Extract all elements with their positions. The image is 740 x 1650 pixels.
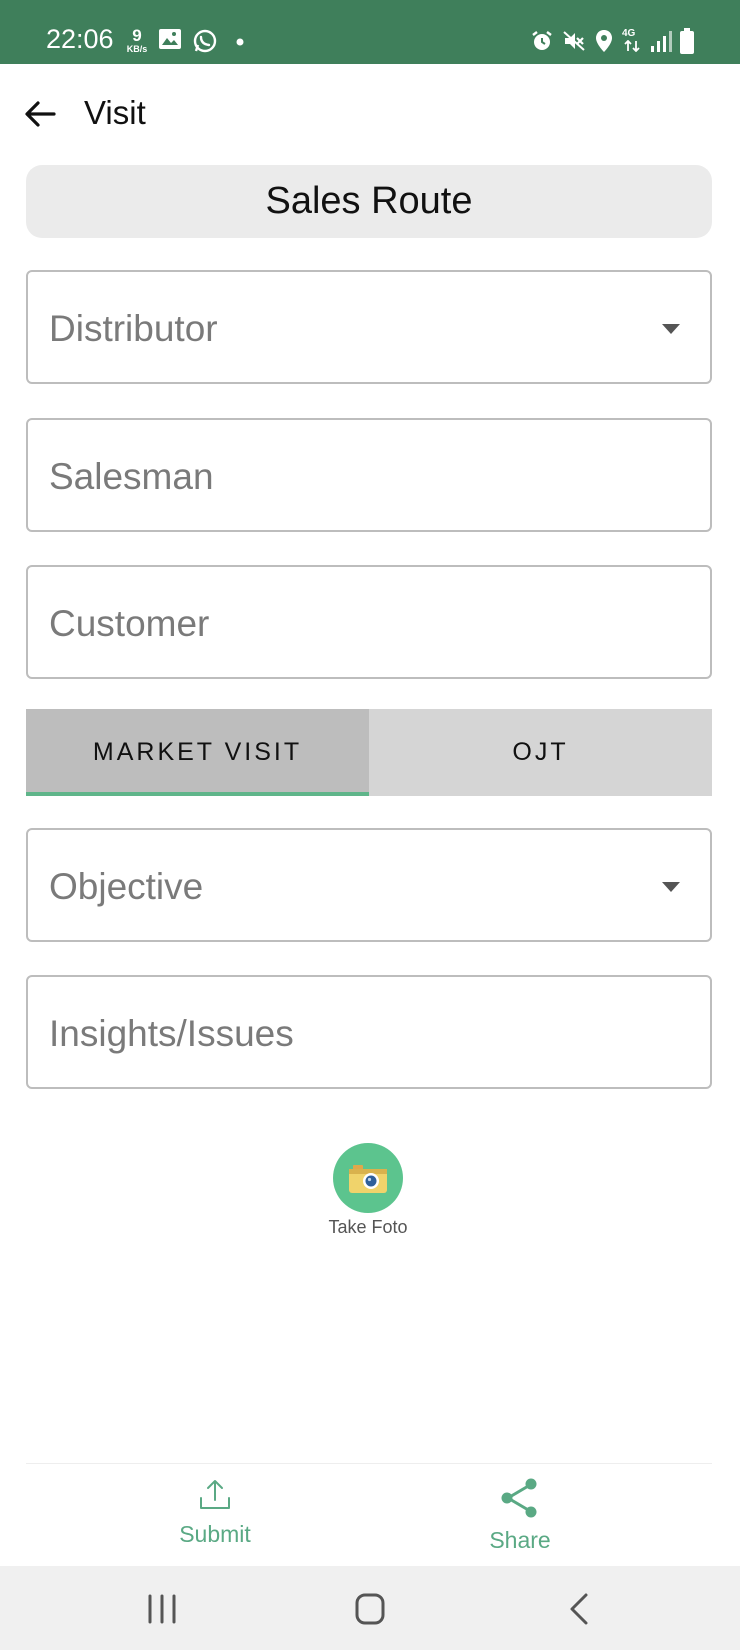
customer-placeholder: Customer — [49, 603, 210, 644]
tab-ojt[interactable]: OJT — [369, 709, 712, 796]
status-time: 22:06 — [46, 24, 114, 54]
take-foto-label: Take Foto — [328, 1217, 408, 1237]
insights-issues-field[interactable]: Insights/Issues — [26, 975, 712, 1089]
customer-field[interactable]: Customer — [26, 565, 712, 679]
share-button[interactable]: Share — [450, 1478, 590, 1554]
sales-route-title: Sales Route — [265, 180, 473, 222]
whatsapp-icon — [193, 29, 217, 53]
nav-back-icon[interactable] — [560, 1592, 600, 1626]
home-icon[interactable] — [350, 1592, 390, 1626]
status-bar: 22:06 9 KB/s 4G — [0, 0, 740, 64]
bottom-divider — [26, 1463, 712, 1464]
salesman-field[interactable]: Salesman — [26, 418, 712, 532]
dropdown-arrow-icon — [662, 324, 680, 334]
sales-route-header: Sales Route — [26, 165, 712, 238]
visit-type-tabs: MARKET VISIT OJT — [26, 709, 712, 796]
mobile-data-icon: 4G — [622, 28, 642, 54]
dropdown-arrow-icon — [662, 882, 680, 892]
tab-market-visit-label: MARKET VISIT — [92, 738, 303, 766]
notification-dot-icon — [236, 38, 244, 46]
location-icon — [596, 30, 612, 52]
network-speed-unit: KB/s — [126, 44, 148, 54]
salesman-placeholder: Salesman — [49, 456, 214, 497]
page-title: Visit — [84, 94, 146, 131]
mute-icon — [563, 31, 585, 51]
network-speed-value: 9 — [132, 26, 142, 45]
system-navigation-bar — [0, 1566, 740, 1650]
distributor-placeholder: Distributor — [49, 308, 218, 349]
data-arrows-icon — [624, 40, 640, 52]
submit-button[interactable]: Submit — [145, 1478, 285, 1548]
camera-icon — [349, 1165, 387, 1193]
status-icons: 4G — [530, 26, 694, 56]
back-arrow-icon[interactable] — [22, 96, 58, 132]
share-icon — [501, 1478, 537, 1518]
objective-placeholder: Objective — [49, 866, 204, 907]
network-type: 4G — [622, 28, 636, 39]
take-foto-button[interactable]: Take Foto — [318, 1143, 418, 1238]
submit-label: Submit — [179, 1521, 251, 1547]
gallery-icon — [159, 29, 181, 49]
camera-button-circle — [333, 1143, 403, 1213]
distributor-dropdown[interactable]: Distributor — [26, 270, 712, 384]
battery-icon — [680, 28, 694, 54]
upload-icon — [200, 1480, 230, 1509]
recent-apps-icon[interactable] — [142, 1592, 182, 1626]
tab-market-visit[interactable]: MARKET VISIT — [26, 709, 369, 796]
objective-dropdown[interactable]: Objective — [26, 828, 712, 942]
network-speed: 9 KB/s — [122, 26, 152, 55]
signal-icon — [651, 31, 672, 52]
alarm-icon — [532, 31, 552, 50]
app-bar: Visit — [0, 64, 740, 164]
insights-issues-placeholder: Insights/Issues — [49, 1013, 294, 1054]
tab-ojt-label: OJT — [512, 738, 569, 766]
share-label: Share — [489, 1527, 551, 1553]
